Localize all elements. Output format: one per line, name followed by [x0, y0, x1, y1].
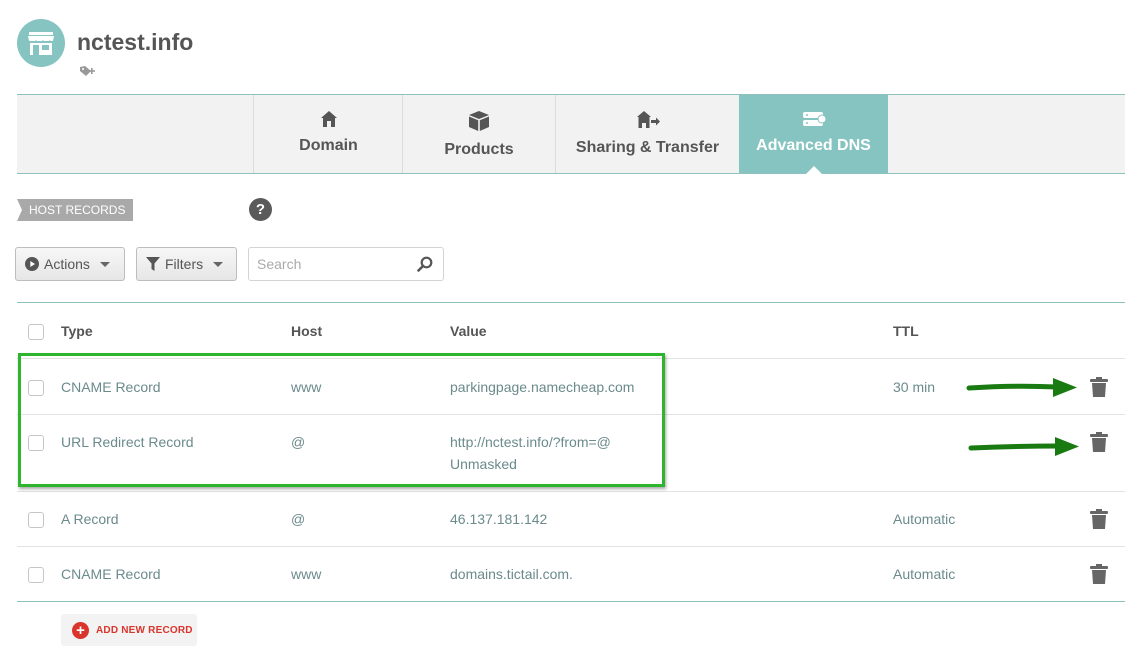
record-redirect-type: Unmasked [450, 456, 517, 472]
plus-icon: + [72, 621, 89, 639]
record-ttl: 30 min [893, 379, 936, 395]
home-icon [320, 111, 337, 127]
row-checkbox[interactable] [28, 567, 44, 583]
search-input[interactable] [249, 248, 409, 280]
add-new-record-button[interactable]: + ADD NEW RECORD [61, 614, 197, 646]
record-host: www [291, 566, 322, 582]
record-value: parkingpage.namecheap.com [450, 379, 635, 395]
search-icon[interactable] [417, 256, 433, 272]
record-value: http://nctest.info/?from=@ [450, 434, 611, 450]
row-checkbox[interactable] [28, 435, 44, 451]
column-header-host: Host [291, 323, 323, 339]
record-type: CNAME Record [61, 379, 161, 395]
trash-icon[interactable] [1090, 564, 1108, 584]
actions-button[interactable]: Actions [15, 247, 125, 281]
tab-label: Products [444, 141, 514, 158]
record-type: A Record [61, 511, 119, 527]
tab-label: Domain [299, 137, 358, 154]
trash-icon[interactable] [1090, 509, 1108, 529]
arrow-icon [968, 437, 1079, 456]
play-circle-icon [25, 257, 39, 271]
record-host: @ [291, 434, 306, 450]
row-divider [17, 358, 1125, 359]
tab-label: Sharing & Transfer [575, 139, 720, 156]
tab-label: Advanced DNS [756, 137, 871, 154]
tab-advanced-dns[interactable]: Advanced DNS [739, 95, 888, 174]
actions-label: Actions [44, 256, 90, 272]
add-new-record-label: ADD NEW RECORD [96, 624, 193, 636]
row-divider [17, 414, 1125, 415]
house-share-icon [636, 111, 660, 128]
filters-label: Filters [165, 256, 204, 272]
store-icon [28, 32, 54, 55]
tab-domain[interactable]: Domain [253, 95, 403, 173]
tab-products[interactable]: Products [402, 95, 555, 173]
record-host: @ [291, 511, 306, 527]
row-divider [17, 491, 1125, 492]
record-ttl: Automatic [893, 566, 956, 582]
domain-avatar [17, 19, 65, 67]
record-host: www [291, 379, 322, 395]
select-all-checkbox[interactable] [28, 324, 44, 340]
box-icon [469, 111, 489, 131]
host-records-label: HOST RECORDS [17, 199, 134, 221]
row-checkbox[interactable] [28, 380, 44, 396]
row-divider [17, 546, 1125, 547]
record-type: CNAME Record [61, 566, 161, 582]
row-checkbox[interactable] [28, 512, 44, 528]
trash-icon[interactable] [1090, 377, 1108, 397]
table-bottom-border [17, 601, 1125, 602]
help-icon[interactable]: ? [249, 198, 272, 221]
domain-tabs: Domain Products Sharing & Transfer Advan… [17, 94, 1125, 174]
column-header-ttl: TTL [893, 323, 919, 339]
record-ttl: Automatic [893, 511, 956, 527]
record-value: domains.tictail.com. [450, 566, 573, 582]
tab-sharing-transfer[interactable]: Sharing & Transfer [555, 95, 739, 173]
highlight-box [18, 353, 665, 487]
chevron-down-icon [99, 261, 110, 267]
column-header-value: Value [450, 323, 487, 339]
trash-icon[interactable] [1090, 432, 1108, 452]
filters-button[interactable]: Filters [136, 247, 237, 281]
domain-title: nctest.info [77, 29, 194, 55]
chevron-down-icon [213, 261, 224, 267]
arrow-icon [966, 378, 1077, 397]
record-type: URL Redirect Record [61, 434, 194, 450]
server-icon [802, 112, 826, 126]
record-value: 46.137.181.142 [450, 511, 548, 527]
filter-icon [146, 257, 160, 271]
column-header-type: Type [61, 323, 93, 339]
tag-plus-icon[interactable] [79, 65, 97, 83]
search-box [248, 247, 444, 281]
table-top-border [17, 302, 1125, 303]
